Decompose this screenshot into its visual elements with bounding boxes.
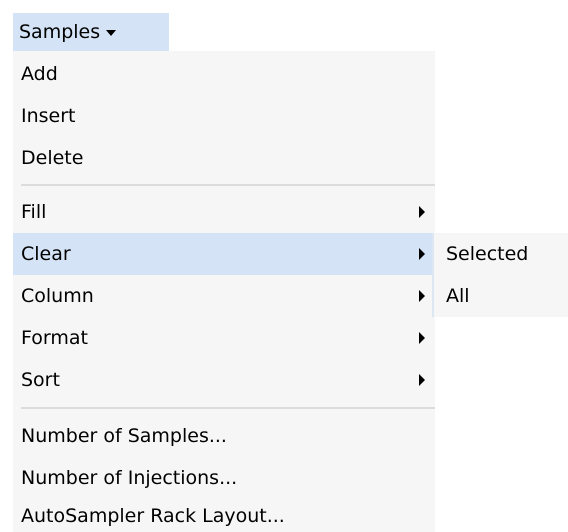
menu-item-fill[interactable]: Fill <box>13 191 435 233</box>
menu-item-format[interactable]: Format <box>13 317 435 359</box>
samples-menu-label: Samples <box>19 21 101 43</box>
menu-item-label: Add <box>21 63 58 85</box>
menu-item-autosampler-rack-layout[interactable]: AutoSampler Rack Layout... <box>13 499 435 532</box>
menu-item-column[interactable]: Column <box>13 275 435 317</box>
menu-item-number-of-injections[interactable]: Number of Injections... <box>13 457 435 499</box>
submenu-item-selected[interactable]: Selected <box>434 233 568 275</box>
menu-item-delete[interactable]: Delete <box>13 137 435 179</box>
submenu-item-label: All <box>446 285 470 307</box>
menu-separator <box>21 407 435 409</box>
menu-item-label: Clear <box>21 243 71 265</box>
submenu-arrow-icon <box>419 332 425 344</box>
menu-item-add[interactable]: Add <box>13 53 435 95</box>
chevron-down-icon <box>106 30 117 36</box>
samples-dropdown-menu: Add Insert Delete Fill Clear Column Form… <box>13 51 435 532</box>
samples-menu-screen: Samples Add Insert Delete Fill Clear Col… <box>0 0 568 532</box>
submenu-arrow-icon <box>419 248 425 260</box>
menu-item-clear[interactable]: Clear <box>13 233 435 275</box>
menu-separator <box>21 184 435 186</box>
submenu-arrow-icon <box>419 290 425 302</box>
menu-item-label: Number of Samples... <box>21 425 227 447</box>
submenu-arrow-icon <box>419 374 425 386</box>
menu-item-label: Fill <box>21 201 47 223</box>
menu-item-label: Delete <box>21 147 84 169</box>
submenu-arrow-icon <box>419 206 425 218</box>
menu-item-number-of-samples[interactable]: Number of Samples... <box>13 415 435 457</box>
menu-item-label: Insert <box>21 105 76 127</box>
menu-item-label: Sort <box>21 369 60 391</box>
clear-submenu: Selected All <box>432 233 568 317</box>
menu-item-label: Column <box>21 285 94 307</box>
submenu-item-all[interactable]: All <box>434 275 568 317</box>
menu-item-insert[interactable]: Insert <box>13 95 435 137</box>
menu-item-label: Format <box>21 327 88 349</box>
menu-item-label: AutoSampler Rack Layout... <box>21 504 285 527</box>
submenu-item-label: Selected <box>446 243 529 265</box>
menu-item-label: Number of Injections... <box>21 467 238 489</box>
menu-item-sort[interactable]: Sort <box>13 359 435 401</box>
samples-menu-button[interactable]: Samples <box>13 13 169 51</box>
